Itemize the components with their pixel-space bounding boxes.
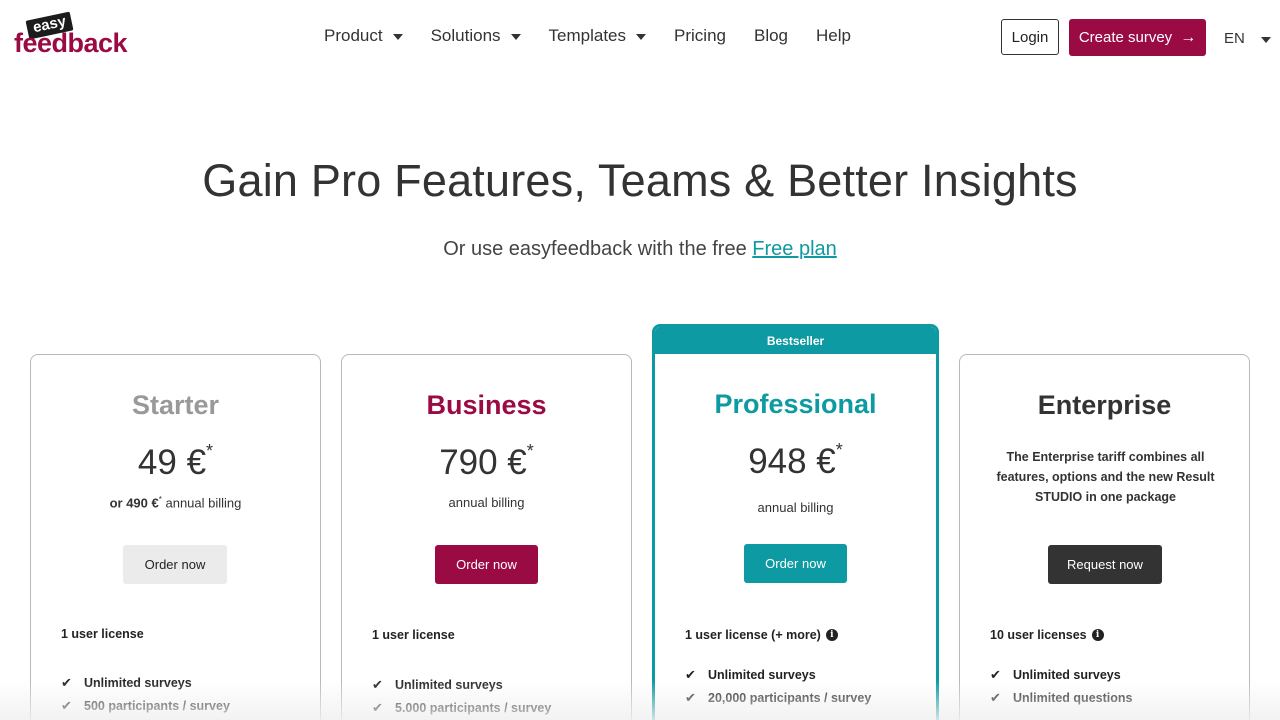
page-title: Gain Pro Features, Teams & Better Insigh… [202, 155, 1078, 206]
price-asterisk: * [526, 441, 534, 462]
billing-amount: or 490 € [109, 495, 159, 511]
chevron-down-icon [510, 34, 521, 40]
billing-info: annual billing [448, 495, 525, 510]
feature-label: Unlimited surveys [84, 675, 192, 690]
login-button[interactable]: Login [1001, 19, 1059, 55]
chevron-down-icon [392, 34, 403, 40]
free-plan-link[interactable]: Free plan [752, 238, 837, 260]
arrow-right-icon: → [1180, 28, 1197, 46]
info-icon[interactable]: i [1091, 629, 1104, 641]
license-label: 10 user licenses [990, 628, 1087, 642]
feature-list: ✔ Unlimited surveys ✔ 5.000 participants /… [372, 673, 551, 719]
billing-info: or 490 €* annual billing [31, 495, 320, 510]
bestseller-badge: Bestseller [655, 327, 936, 354]
plan-name: Starter [131, 390, 220, 420]
feature-label: 5.000 participants / survey [395, 700, 552, 715]
check-icon: ✔ [685, 666, 696, 682]
create-survey-label: Create survey [1078, 29, 1173, 46]
plan-card-enterprise: Enterprise The Enterprise tariff combine… [959, 354, 1250, 720]
nav-item-pricing[interactable]: Pricing [674, 26, 726, 46]
request-now-button[interactable]: Request now [1048, 545, 1162, 584]
feature-label: 500 participants / survey [84, 698, 230, 713]
list-item: ✔ 5.000 participants / survey [372, 696, 551, 719]
nav-item-templates[interactable]: Templates [548, 26, 647, 46]
list-item: ✔ Unlimited questions [990, 686, 1132, 709]
logo-feedback-text: feedback [14, 28, 128, 58]
feature-label: Unlimited surveys [1013, 667, 1121, 682]
check-icon: ✔ [61, 674, 72, 690]
billing-info: annual billing [757, 500, 834, 515]
nav-item-product[interactable]: Product [324, 26, 403, 46]
list-item: ✔ 500 participants / survey [61, 694, 230, 717]
feature-label: 20,000 participants / survey [708, 690, 872, 705]
feature-label: Unlimited surveys [395, 677, 503, 692]
check-icon: ✔ [990, 666, 1001, 682]
order-now-button[interactable]: Order now [744, 544, 847, 583]
price-asterisk: * [835, 440, 843, 461]
order-now-button[interactable]: Order now [123, 545, 227, 584]
language-selector[interactable]: EN [1224, 30, 1271, 47]
info-icon[interactable]: i [825, 629, 838, 641]
license-info: 1 user license (+ more) i [685, 628, 838, 642]
license-info: 10 user licenses i [990, 628, 1104, 642]
nav-item-blog[interactable]: Blog [754, 26, 788, 46]
feature-list: ✔ Unlimited surveys ✔ Unlimited questions [990, 663, 1132, 709]
check-icon: ✔ [372, 676, 383, 692]
main-nav: Product Solutions Templates Pricing Blog… [324, 24, 879, 48]
nav-item-label: Solutions [430, 26, 501, 45]
license-info: 1 user license [372, 628, 455, 642]
license-label: 1 user license (+ more) [685, 628, 821, 642]
nav-item-label: Templates [548, 26, 627, 45]
plan-name: Business [426, 390, 547, 420]
plan-card-professional: Bestseller Professional 948 €* annual bi… [652, 324, 939, 720]
price-asterisk: * [206, 441, 214, 462]
plan-card-starter: Starter 49 €* or 490 €* annual billing O… [30, 354, 321, 720]
list-item: ✔ Unlimited surveys [61, 671, 230, 694]
plan-price: 49 €* [31, 441, 320, 483]
check-icon: ✔ [61, 697, 72, 713]
plan-description: The Enterprise tariff combines all featu… [996, 450, 1215, 504]
price-value: 790 € [439, 443, 527, 482]
list-item: ✔ Unlimited surveys [685, 663, 871, 686]
plan-card-business: Business 790 €* annual billing Order now… [341, 354, 632, 720]
plan-price: 790 €* [342, 441, 631, 483]
chevron-down-icon [1260, 36, 1271, 43]
feature-list: ✔ Unlimited surveys ✔ 500 participants / s… [61, 671, 230, 717]
nav-item-solutions[interactable]: Solutions [431, 26, 521, 46]
price-value: 49 € [137, 443, 207, 482]
plan-price: 948 €* [655, 440, 936, 482]
nav-item-label: Pricing [674, 26, 726, 45]
license-info: 1 user license [61, 627, 144, 641]
check-icon: ✔ [990, 689, 1001, 705]
language-label: EN [1224, 30, 1245, 47]
check-icon: ✔ [372, 699, 383, 715]
feature-label: Unlimited surveys [708, 667, 816, 682]
nav-item-label: Product [324, 26, 383, 45]
list-item: ✔ Unlimited surveys [372, 673, 551, 696]
chevron-down-icon [636, 34, 647, 40]
plan-name: Enterprise [1037, 390, 1172, 420]
order-now-button[interactable]: Order now [435, 545, 538, 584]
nav-item-label: Blog [753, 26, 789, 45]
list-item: ✔ Unlimited surveys [990, 663, 1132, 686]
list-item: ✔ 20,000 participants / survey [685, 686, 871, 709]
nav-item-label: Help [816, 26, 851, 45]
easyfeedback-logo[interactable]: easy feedback [14, 11, 138, 60]
billing-text: annual billing [161, 495, 242, 511]
feature-label: Unlimited questions [1013, 690, 1133, 705]
plan-name: Professional [714, 389, 877, 419]
feature-list: ✔ Unlimited surveys ✔ 20,000 participants … [685, 663, 871, 709]
page-subtitle: Or use easyfeedback with the free Free p… [0, 238, 1280, 261]
nav-item-help[interactable]: Help [816, 26, 851, 46]
site-header: easy feedback Product Solutions Template… [0, 0, 1280, 76]
check-icon: ✔ [685, 689, 696, 705]
create-survey-button[interactable]: Create survey → [1069, 19, 1206, 56]
subtitle-text: Or use easyfeedback with the free [443, 238, 753, 260]
price-value: 948 € [748, 442, 836, 481]
